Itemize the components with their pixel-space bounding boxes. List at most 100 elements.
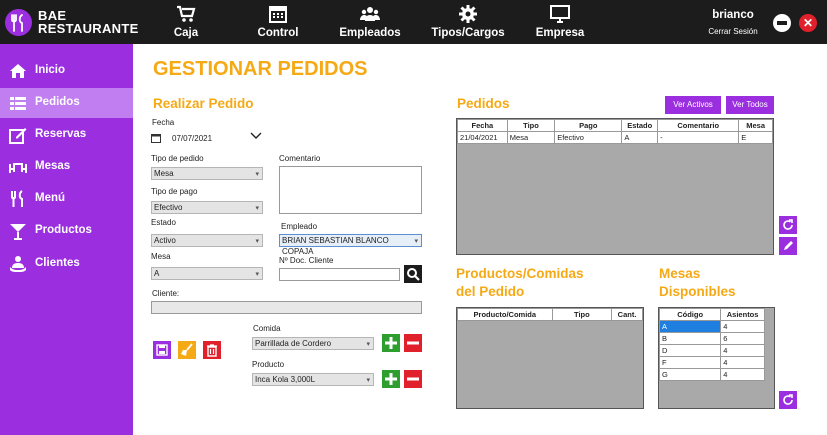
doc-cliente-field[interactable]	[279, 268, 400, 281]
comida-label: Comida	[253, 324, 281, 333]
ver-activos-button[interactable]: Ver Activos	[665, 96, 721, 114]
tipo-pago-select[interactable]: Efectivo ▾	[151, 201, 263, 214]
cell-codigo[interactable]: F	[658, 356, 722, 369]
cell-asientos[interactable]: 4	[720, 356, 765, 369]
empleado-select[interactable]: BRIAN SEBASTIAN BLANCO COPAJA ▾	[279, 234, 422, 256]
sidebar-item-inicio[interactable]: Inicio	[0, 56, 133, 86]
tipo-pedido-label: Tipo de pedido	[151, 154, 204, 163]
pedidos-table: Fecha Tipo Pago Estado Comentario Mesa 2…	[457, 119, 773, 144]
productos-grid[interactable]: Producto/Comida Tipo Cant.	[456, 307, 644, 409]
delete-button[interactable]	[203, 341, 221, 359]
col-tipo[interactable]: Tipo	[506, 119, 556, 132]
ver-todos-button[interactable]: Ver Todos	[726, 96, 774, 114]
clients-icon	[10, 256, 26, 272]
cell-codigo[interactable]: B	[658, 332, 722, 345]
sidebar-item-reservas[interactable]: Reservas	[0, 120, 133, 150]
nav-caja[interactable]: Caja	[141, 4, 231, 39]
refresh-mesas-button[interactable]	[779, 391, 797, 409]
calendar-small-icon[interactable]	[151, 133, 163, 143]
nav-tipos-label: Tipos/Cargos	[431, 27, 505, 39]
producto-select[interactable]: Inca Kola 3,000L ▾	[252, 373, 374, 386]
pedidos-grid[interactable]: Fecha Tipo Pago Estado Comentario Mesa 2…	[456, 118, 774, 255]
col-pago[interactable]: Pago	[554, 119, 623, 132]
clean-button[interactable]	[178, 341, 196, 359]
trash-icon	[207, 344, 217, 357]
plus-icon	[385, 373, 397, 385]
sidebar-item-mesas[interactable]: Mesas	[0, 152, 133, 182]
sidebar-item-productos[interactable]: Productos	[0, 216, 133, 246]
save-button[interactable]	[153, 341, 171, 359]
comentario-textarea[interactable]	[279, 166, 422, 214]
cell-asientos[interactable]: 6	[720, 332, 765, 345]
cell-asientos[interactable]: 4	[720, 368, 765, 381]
fecha-dropdown-icon[interactable]	[250, 131, 262, 141]
search-button[interactable]	[404, 265, 422, 283]
nav-empresa-label: Empresa	[535, 27, 585, 39]
mesas-heading-line2: Disponibles	[659, 284, 736, 299]
cell-asientos[interactable]: 4	[720, 344, 765, 357]
close-icon: ✕	[802, 16, 814, 30]
chevron-down-icon: ▾	[255, 171, 259, 178]
refresh-pedidos-button[interactable]	[779, 216, 797, 234]
sidebar-label-menu: Menú	[35, 192, 66, 204]
cliente-label: Cliente:	[152, 289, 180, 298]
sidebar-item-clientes[interactable]: Clientes	[0, 249, 133, 279]
mesas-heading: Mesas Disponibles	[659, 265, 736, 301]
cell-comentario[interactable]: -	[657, 131, 740, 144]
col-producto[interactable]: Producto/Comida	[457, 308, 553, 321]
search-icon	[407, 268, 420, 281]
tipo-pedido-select[interactable]: Mesa ▾	[151, 167, 263, 180]
nav-control-label: Control	[257, 27, 299, 39]
mesas-grid[interactable]: Código Asientos A4 B6 D4 F4 G4	[658, 307, 775, 409]
cell-codigo[interactable]: D	[658, 344, 722, 357]
cell-pago[interactable]: Efectivo	[554, 131, 623, 144]
col-comentario[interactable]: Comentario	[657, 119, 740, 132]
table-row[interactable]: G4	[658, 368, 765, 381]
edit-pedido-button[interactable]	[779, 237, 797, 255]
sidebar-item-menu[interactable]: Menú	[0, 184, 133, 214]
minimize-button[interactable]	[773, 14, 791, 32]
nav-empleados[interactable]: Empleados	[325, 4, 415, 39]
mesas-header-row: Código Asientos	[658, 308, 765, 321]
add-comida-button[interactable]	[382, 334, 400, 352]
col-fecha[interactable]: Fecha	[457, 119, 508, 132]
estado-select[interactable]: Activo ▾	[151, 234, 263, 247]
cell-codigo[interactable]: G	[658, 368, 722, 381]
cell-mesa[interactable]: E	[738, 131, 773, 144]
empleado-label: Empleado	[281, 222, 318, 231]
cell-codigo[interactable]: A	[658, 320, 722, 333]
table-row[interactable]: D4	[658, 344, 765, 357]
table-row[interactable]: F4	[658, 356, 765, 369]
productos-table: Producto/Comida Tipo Cant.	[457, 308, 643, 321]
sidebar: Inicio Pedidos Reservas Mesas Menú Produ…	[0, 44, 133, 435]
close-button[interactable]: ✕	[799, 14, 817, 32]
table-row[interactable]: A4	[658, 320, 765, 333]
table-row[interactable]: 21/04/2021 Mesa Efectivo A - E	[457, 131, 773, 144]
nav-tipos-cargos[interactable]: Tipos/Cargos	[423, 4, 513, 39]
nav-control[interactable]: Control	[233, 4, 323, 39]
mesa-select[interactable]: A ▾	[151, 267, 263, 280]
cliente-field[interactable]	[151, 301, 422, 314]
remove-comida-button[interactable]	[404, 334, 422, 352]
producto-label: Producto	[252, 360, 285, 369]
cell-tipo[interactable]: Mesa	[506, 131, 556, 144]
col-asientos[interactable]: Asientos	[720, 308, 765, 321]
comida-select[interactable]: Parrillada de Cordero ▾	[252, 337, 374, 350]
sidebar-item-pedidos[interactable]: Pedidos	[0, 88, 133, 118]
col-mesa[interactable]: Mesa	[738, 119, 773, 132]
logout-link[interactable]: Cerrar Sesión	[700, 27, 766, 36]
table-row[interactable]: B6	[658, 332, 765, 345]
col-prod-tipo[interactable]: Tipo	[551, 308, 613, 321]
col-codigo[interactable]: Código	[658, 308, 722, 321]
nav-empresa[interactable]: Empresa	[515, 4, 605, 39]
cell-estado[interactable]: A	[621, 131, 659, 144]
add-producto-button[interactable]	[382, 370, 400, 388]
refresh-icon	[783, 394, 793, 405]
remove-producto-button[interactable]	[404, 370, 422, 388]
cell-asientos[interactable]: 4	[720, 320, 765, 333]
fecha-value[interactable]: 07/07/2021	[172, 134, 212, 143]
productos-heading: Productos/Comidas del Pedido	[456, 265, 584, 301]
col-cant[interactable]: Cant.	[611, 308, 643, 321]
col-estado[interactable]: Estado	[621, 119, 659, 132]
cell-fecha[interactable]: 21/04/2021	[457, 131, 508, 144]
